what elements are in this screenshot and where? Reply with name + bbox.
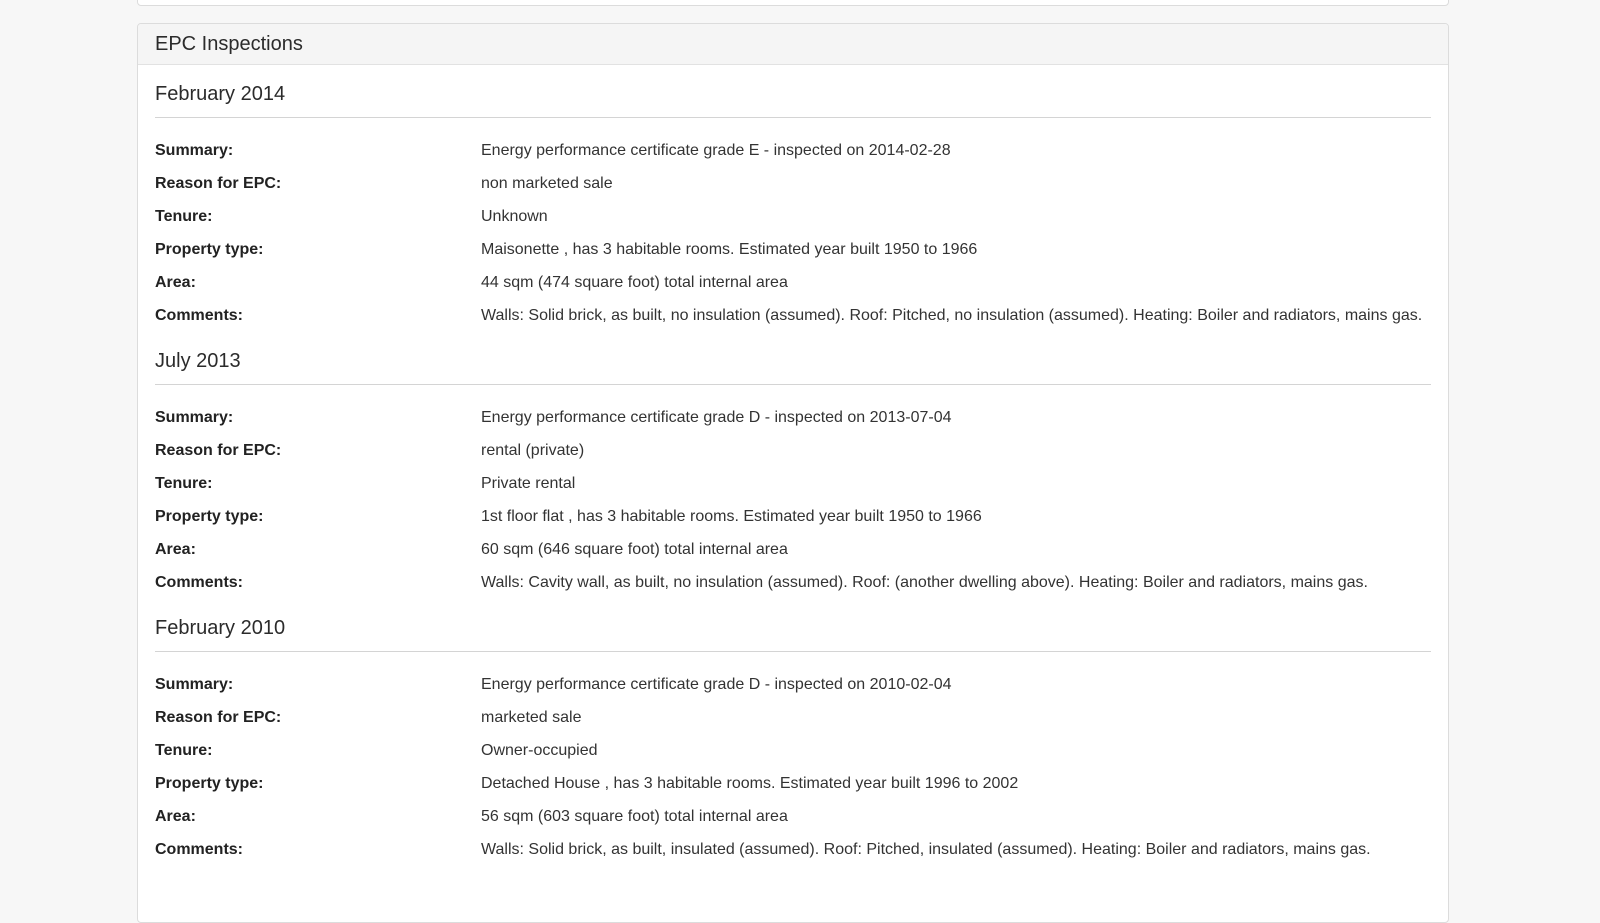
tenure-row: Tenure: Owner-occupied (155, 734, 1431, 767)
comments-value: Walls: Solid brick, as built, no insulat… (481, 306, 1423, 324)
inspection-title: July 2013 (155, 346, 1431, 385)
summary-row: Summary: Energy performance certificate … (155, 401, 1431, 434)
tenure-label: Tenure: (155, 474, 213, 492)
comments-row: Comments: Walls: Solid brick, as built, … (155, 299, 1431, 332)
summary-row: Summary: Energy performance certificate … (155, 668, 1431, 701)
summary-value: Energy performance certificate grade E -… (481, 141, 951, 159)
panel-title: EPC Inspections (138, 24, 1448, 65)
area-label: Area: (155, 540, 196, 558)
inspection-february-2014: February 2014 Summary: Energy performanc… (155, 65, 1431, 332)
summary-row: Summary: Energy performance certificate … (155, 134, 1431, 167)
reason-value: marketed sale (481, 708, 582, 726)
property-type-label: Property type: (155, 774, 264, 792)
property-type-value: Detached House , has 3 habitable rooms. … (481, 774, 1019, 792)
tenure-row: Tenure: Private rental (155, 467, 1431, 500)
property-type-row: Property type: 1st floor flat , has 3 ha… (155, 500, 1431, 533)
reason-label: Reason for EPC: (155, 441, 282, 459)
reason-value: non marketed sale (481, 174, 613, 192)
property-type-value: Maisonette , has 3 habitable rooms. Esti… (481, 240, 978, 258)
reason-row: Reason for EPC: non marketed sale (155, 167, 1431, 200)
summary-value: Energy performance certificate grade D -… (481, 675, 952, 693)
property-type-label: Property type: (155, 240, 264, 258)
comments-value: Walls: Cavity wall, as built, no insulat… (481, 573, 1368, 591)
area-row: Area: 56 sqm (603 square foot) total int… (155, 800, 1431, 833)
epc-inspections-panel: EPC Inspections February 2014 Summary: E… (137, 23, 1449, 923)
comments-value: Walls: Solid brick, as built, insulated … (481, 840, 1371, 858)
summary-value: Energy performance certificate grade D -… (481, 408, 952, 426)
area-value: 60 sqm (646 square foot) total internal … (481, 540, 788, 558)
area-label: Area: (155, 273, 196, 291)
summary-label: Summary: (155, 141, 234, 159)
comments-label: Comments: (155, 306, 244, 324)
area-label: Area: (155, 807, 196, 825)
property-type-value: 1st floor flat , has 3 habitable rooms. … (481, 507, 982, 525)
comments-row: Comments: Walls: Cavity wall, as built, … (155, 566, 1431, 599)
reason-row: Reason for EPC: marketed sale (155, 701, 1431, 734)
property-type-row: Property type: Detached House , has 3 ha… (155, 767, 1431, 800)
previous-panel-edge (137, 0, 1449, 6)
area-row: Area: 60 sqm (646 square foot) total int… (155, 533, 1431, 566)
tenure-row: Tenure: Unknown (155, 200, 1431, 233)
area-row: Area: 44 sqm (474 square foot) total int… (155, 266, 1431, 299)
comments-label: Comments: (155, 573, 244, 591)
tenure-label: Tenure: (155, 207, 213, 225)
area-value: 44 sqm (474 square foot) total internal … (481, 273, 788, 291)
reason-label: Reason for EPC: (155, 708, 282, 726)
summary-label: Summary: (155, 408, 234, 426)
inspection-february-2010: February 2010 Summary: Energy performanc… (155, 599, 1431, 866)
tenure-value: Private rental (481, 474, 576, 492)
property-type-label: Property type: (155, 507, 264, 525)
tenure-label: Tenure: (155, 741, 213, 759)
inspection-july-2013: July 2013 Summary: Energy performance ce… (155, 332, 1431, 599)
reason-row: Reason for EPC: rental (private) (155, 434, 1431, 467)
tenure-value: Owner-occupied (481, 741, 598, 759)
tenure-value: Unknown (481, 207, 548, 225)
comments-row: Comments: Walls: Solid brick, as built, … (155, 833, 1431, 866)
property-type-row: Property type: Maisonette , has 3 habita… (155, 233, 1431, 266)
comments-label: Comments: (155, 840, 244, 858)
area-value: 56 sqm (603 square foot) total internal … (481, 807, 788, 825)
reason-label: Reason for EPC: (155, 174, 282, 192)
panel-body: February 2014 Summary: Energy performanc… (138, 65, 1448, 866)
inspection-title: February 2014 (155, 79, 1431, 118)
reason-value: rental (private) (481, 441, 585, 459)
summary-label: Summary: (155, 675, 234, 693)
inspection-title: February 2010 (155, 613, 1431, 652)
